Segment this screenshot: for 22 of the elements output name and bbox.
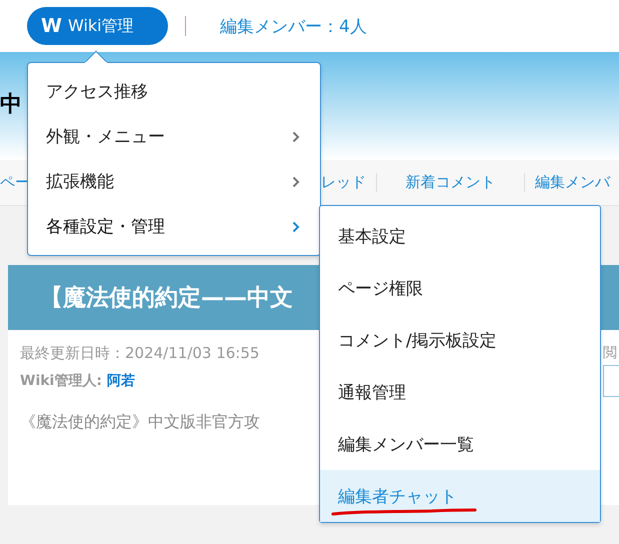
submenu-item[interactable]: コメント/掲示板設定 [320,314,600,366]
chevron-right-icon [292,130,300,142]
admin-link[interactable]: 阿若 [106,373,135,389]
intro-text: 《魔法使的約定》中文版非官方攻 [20,412,260,433]
site-title: 中 [0,90,22,118]
wiki-admin-button[interactable]: W Wiki管理 [27,7,168,45]
menu-item[interactable]: 外観・メニュー [28,114,320,159]
member-link[interactable]: 編集メンバー：4人 [220,14,367,38]
page-title: 【魔法使的約定——中文 [40,284,293,313]
menu-item[interactable]: 各種設定・管理 [28,204,320,249]
menu-item[interactable]: 拡張機能 [28,159,320,204]
side-label: 閲 [603,344,618,362]
submenu-item[interactable]: 基本設定 [320,210,600,262]
chevron-right-icon [292,220,300,232]
updated-time: 最終更新日時：2024/11/03 16:55 [20,344,260,363]
chevron-right-icon [292,176,300,188]
submenu-item[interactable]: 編集メンバー一覧 [320,418,600,470]
input-field[interactable] [603,365,619,397]
menu-item[interactable]: アクセス推移 [28,69,320,114]
submenu-item[interactable]: 通報管理 [320,366,600,418]
submenu-item[interactable]: ページ権限 [320,262,600,314]
admin-label: Wiki管理人: [20,373,102,389]
